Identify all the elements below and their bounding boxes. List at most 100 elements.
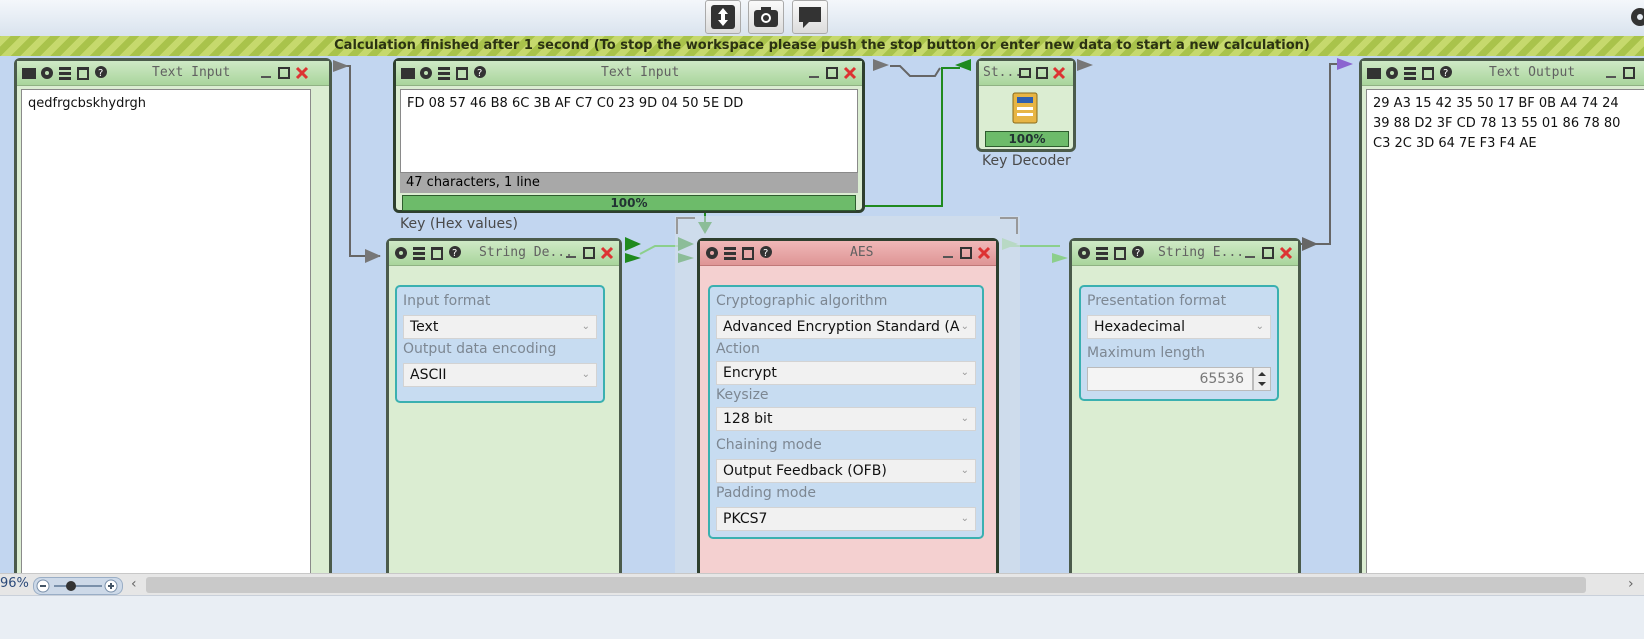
text-input-panel-1[interactable]: ? Text Input qedfrgcbskhydrgh [14, 58, 332, 601]
list-icon[interactable] [1402, 65, 1418, 81]
zoom-out-icon[interactable] [36, 579, 50, 593]
settings-box: Input format Text ⌄ Output data encoding … [395, 285, 605, 403]
clipboard-icon[interactable] [1420, 65, 1436, 81]
text-input-area[interactable]: qedfrgcbskhydrgh [21, 89, 311, 601]
text-output-area[interactable]: 29 A3 15 42 35 50 17 BF 0B A4 74 24 39 8… [1366, 89, 1644, 601]
padding-select[interactable]: PKCS7 ⌄ [716, 507, 976, 531]
string-encoder-panel[interactable]: ? String E... Presentation format Hexade… [1069, 238, 1301, 601]
output-encoding-select[interactable]: ASCII ⌄ [403, 363, 597, 387]
panel-titlebar[interactable]: ? Text Output [1362, 61, 1644, 86]
maximize-icon[interactable] [581, 245, 597, 261]
input-format-select[interactable]: Text ⌄ [403, 315, 597, 339]
chevron-down-icon: ⌄ [581, 369, 590, 380]
horizontal-scrollbar-thumb[interactable] [146, 577, 1586, 593]
image-icon[interactable] [1366, 65, 1382, 81]
image-icon[interactable] [400, 65, 416, 81]
minimize-icon[interactable] [1242, 245, 1258, 261]
zoom-in-icon[interactable] [104, 579, 118, 593]
minimize-icon[interactable] [1017, 65, 1033, 81]
maxlen-label: Maximum length [1087, 345, 1206, 361]
help-icon[interactable]: ? [447, 245, 463, 261]
gear-icon[interactable] [1076, 245, 1092, 261]
maximize-icon[interactable] [824, 65, 840, 81]
panel-title: Text Input [601, 65, 680, 80]
maximize-icon[interactable] [1034, 65, 1050, 81]
panel-titlebar[interactable]: ? String E... [1072, 241, 1298, 266]
keysize-label: Keysize [716, 387, 769, 403]
clipboard-icon[interactable] [740, 245, 756, 261]
list-icon[interactable] [1094, 245, 1110, 261]
help-icon[interactable]: ? [1130, 245, 1146, 261]
minimize-icon[interactable] [806, 65, 822, 81]
progress-bar: 100% [402, 195, 856, 211]
algorithm-value: Advanced Encryption Standard (A [723, 319, 960, 335]
minimize-icon[interactable] [563, 245, 579, 261]
clipboard-icon[interactable] [75, 65, 91, 81]
scroll-right-icon[interactable]: › [1628, 576, 1634, 592]
panel-titlebar[interactable]: ? Text Input [396, 61, 862, 86]
minimize-icon[interactable] [1603, 65, 1619, 81]
scroll-left-icon[interactable]: ‹ [131, 576, 137, 592]
gear-icon[interactable] [393, 245, 409, 261]
close-icon[interactable] [842, 65, 858, 81]
list-icon[interactable] [411, 245, 427, 261]
text-output-panel[interactable]: ? Text Output 29 A3 15 42 35 50 17 BF 0B… [1359, 58, 1644, 601]
panel-titlebar[interactable]: ? AES [700, 241, 996, 266]
maximize-icon[interactable] [958, 245, 974, 261]
aes-panel[interactable]: ? AES Cryptographic algorithm Advanced E… [697, 238, 999, 601]
string-decoder-panel[interactable]: ? String De... Input format Text ⌄ Output… [386, 238, 622, 601]
panel-titlebar[interactable]: ? String De... [389, 241, 619, 266]
zoom-thumb[interactable] [65, 581, 76, 591]
panel-title: String De... [479, 245, 573, 260]
help-icon[interactable]: ? [472, 65, 488, 81]
gear-icon[interactable] [39, 65, 55, 81]
chaining-select[interactable]: Output Feedback (OFB) ⌄ [716, 459, 976, 483]
panel-titlebar[interactable]: ? Text Input [17, 61, 329, 86]
panel-titlebar[interactable]: St... [979, 61, 1073, 86]
image-icon[interactable] [21, 65, 37, 81]
fit-to-screen-button[interactable] [705, 0, 741, 34]
svg-text:?: ? [763, 248, 768, 259]
clipboard-icon[interactable] [454, 65, 470, 81]
clipboard-icon[interactable] [429, 245, 445, 261]
close-icon[interactable] [976, 245, 992, 261]
presentation-select[interactable]: Hexadecimal ⌄ [1087, 315, 1271, 339]
help-icon[interactable]: ? [758, 245, 774, 261]
text-input-panel-2[interactable]: ? Text Input FD 08 57 46 B8 6C 3B AF C7 … [393, 58, 865, 213]
maximize-icon[interactable] [1260, 245, 1276, 261]
minimize-icon[interactable] [940, 245, 956, 261]
maximize-icon[interactable] [1621, 65, 1637, 81]
panel-title: Text Output [1489, 65, 1576, 80]
screenshot-button[interactable] [748, 0, 784, 34]
algorithm-select[interactable]: Advanced Encryption Standard (A ⌄ [716, 315, 976, 339]
close-icon[interactable] [1051, 65, 1067, 81]
key-hex-input[interactable]: FD 08 57 46 B8 6C 3B AF C7 C0 23 9D 04 5… [400, 89, 858, 173]
zoom-slider[interactable] [33, 577, 123, 595]
zoom-track [54, 585, 102, 587]
list-icon[interactable] [436, 65, 452, 81]
workspace-canvas[interactable]: ? Text Input qedfrgcbskhydrgh ? Text Inp… [0, 56, 1644, 601]
list-icon[interactable] [722, 245, 738, 261]
keysize-select[interactable]: 128 bit ⌄ [716, 407, 976, 431]
maximize-icon[interactable] [276, 65, 292, 81]
help-icon[interactable]: ? [93, 65, 109, 81]
maxlen-stepper[interactable] [1253, 367, 1271, 391]
comment-button[interactable] [792, 0, 828, 34]
clipboard-icon[interactable] [1112, 245, 1128, 261]
panel-caption: Key Decoder [982, 153, 1071, 169]
settings-icon[interactable] [1624, 4, 1644, 30]
gear-icon[interactable] [1384, 65, 1400, 81]
gear-icon[interactable] [704, 245, 720, 261]
list-icon[interactable] [57, 65, 73, 81]
close-icon[interactable] [294, 65, 310, 81]
action-value: Encrypt [723, 365, 777, 381]
key-decoder-panel[interactable]: St... 100% [976, 58, 1076, 152]
gear-icon[interactable] [418, 65, 434, 81]
close-icon[interactable] [599, 245, 615, 261]
minimize-icon[interactable] [258, 65, 274, 81]
maxlen-input[interactable]: 65536 [1087, 367, 1253, 391]
action-select[interactable]: Encrypt ⌄ [716, 361, 976, 385]
help-icon[interactable]: ? [1438, 65, 1454, 81]
panel-title: Text Input [152, 65, 231, 80]
close-icon[interactable] [1278, 245, 1294, 261]
